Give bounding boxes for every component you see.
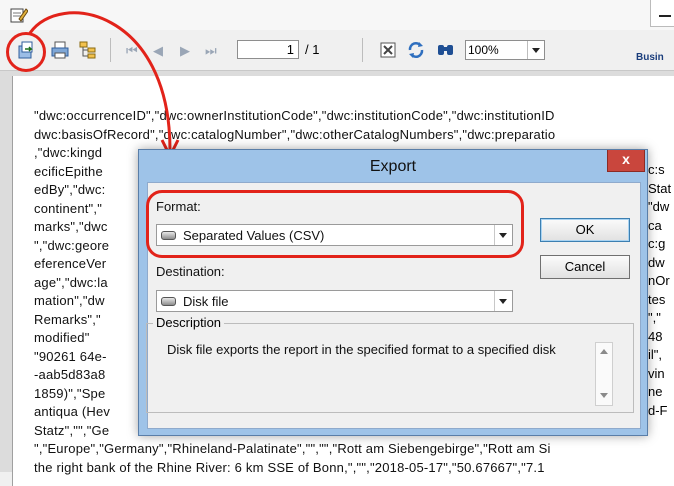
destination-label: Destination: — [156, 264, 225, 279]
description-text: Disk file exports the report in the spec… — [167, 342, 556, 357]
close-button[interactable]: x — [607, 150, 645, 172]
close-icon: x — [622, 151, 630, 167]
chevron-down-icon[interactable] — [494, 291, 512, 311]
scroll-down-icon[interactable] — [600, 393, 608, 401]
scroll-up-icon[interactable] — [600, 349, 608, 357]
annotation-circle — [6, 32, 46, 72]
annotation-highlight-box — [146, 190, 524, 258]
destination-select[interactable]: Disk file — [156, 290, 513, 312]
dialog-title: Export — [369, 158, 417, 175]
cancel-button[interactable]: Cancel — [540, 255, 630, 279]
description-scrollbar[interactable] — [595, 342, 613, 406]
ok-button[interactable]: OK — [540, 218, 630, 242]
disk-icon — [161, 297, 176, 306]
description-label: Description — [153, 315, 225, 330]
destination-value: Disk file — [183, 294, 229, 309]
description-group: Description Disk file exports the report… — [146, 315, 634, 413]
